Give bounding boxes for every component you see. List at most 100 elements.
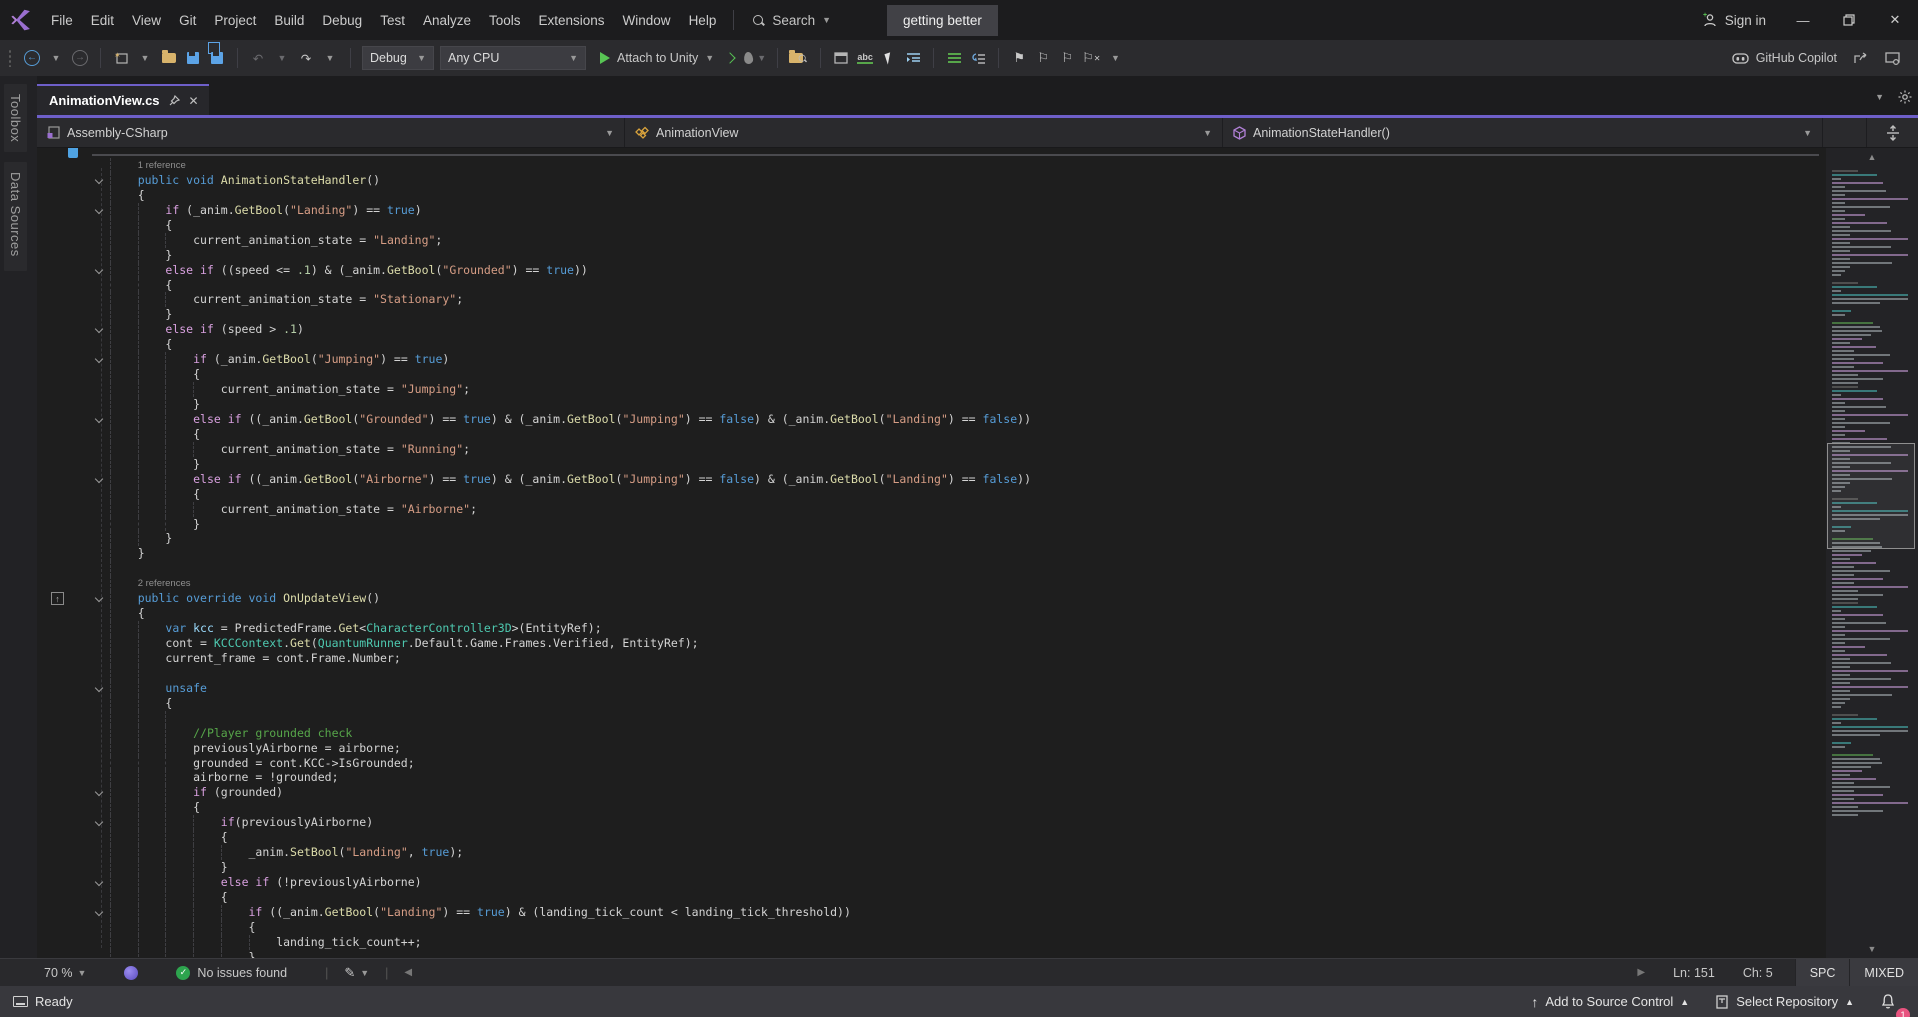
search-control[interactable]: Search ▼ [742, 9, 841, 32]
code-cleanup-button[interactable]: ✎ ▼ [344, 965, 369, 981]
code-line[interactable] [37, 561, 1826, 576]
code-line[interactable]: else if (speed > .1) [37, 322, 1826, 337]
code-editor[interactable]: 1 referencepublic void AnimationStateHan… [37, 148, 1918, 958]
member-dropdown[interactable]: AnimationStateHandler() ▼ [1223, 118, 1823, 147]
code-line[interactable]: current_animation_state = "Stationary"; [37, 292, 1826, 307]
undo-button[interactable]: ↶ [246, 45, 270, 71]
scroll-right-icon[interactable]: ▶ [1637, 967, 1645, 978]
code-line[interactable]: else if (!previouslyAirborne) [37, 875, 1826, 890]
code-line[interactable]: else if ((speed <= .1) & (_anim.GetBool(… [37, 263, 1826, 278]
fold-collapse-icon[interactable] [95, 355, 103, 363]
code-line[interactable]: else if ((_anim.GetBool("Grounded") == t… [37, 412, 1826, 427]
code-line[interactable]: { [37, 696, 1826, 711]
menu-view[interactable]: View [123, 9, 170, 32]
intellisense-status-icon[interactable] [124, 966, 138, 980]
code-line[interactable]: cont = KCCContext.Get(QuantumRunner.Defa… [37, 636, 1826, 651]
fold-collapse-icon[interactable] [95, 176, 103, 184]
menu-debug[interactable]: Debug [313, 9, 371, 32]
code-line[interactable]: current_animation_state = "Landing"; [37, 233, 1826, 248]
menu-git[interactable]: Git [170, 9, 205, 32]
code-line[interactable]: public void AnimationStateHandler() [37, 173, 1826, 188]
navigate-forward-button[interactable]: → [68, 45, 92, 71]
project-dropdown[interactable]: Assembly-CSharp ▼ [37, 118, 625, 147]
fold-collapse-icon[interactable] [95, 818, 103, 826]
open-file-button[interactable] [157, 45, 181, 71]
open-external-button[interactable] [1848, 45, 1872, 71]
minimize-button[interactable]: — [1780, 0, 1826, 40]
menu-edit[interactable]: Edit [82, 9, 123, 32]
select-repository-button[interactable]: Select Repository ▲ [1702, 986, 1867, 1017]
code-line[interactable]: airborne = !grounded; [37, 770, 1826, 785]
navigate-back-button[interactable]: ← [20, 45, 44, 71]
code-line[interactable]: current_animation_state = "Jumping"; [37, 382, 1826, 397]
next-bookmark-button[interactable]: ⚐ [1055, 45, 1079, 71]
menu-window[interactable]: Window [614, 9, 680, 32]
menu-extensions[interactable]: Extensions [530, 9, 614, 32]
line-indicator[interactable]: Ln: 151 [1673, 966, 1715, 980]
fold-collapse-icon[interactable] [95, 594, 103, 602]
hot-reload-button[interactable]: ▼ [741, 45, 769, 71]
code-line[interactable]: } [37, 397, 1826, 412]
split-editor-button[interactable] [1866, 118, 1918, 147]
code-line[interactable]: } [37, 546, 1826, 561]
menu-help[interactable]: Help [680, 9, 726, 32]
save-button[interactable] [181, 45, 205, 71]
clear-bookmarks-button[interactable]: ⚐✕ [1079, 45, 1103, 71]
active-files-dropdown[interactable]: ▼ [1875, 92, 1884, 102]
fold-collapse-icon[interactable] [95, 684, 103, 692]
fold-collapse-icon[interactable] [95, 415, 103, 423]
codelens-references[interactable]: 1 reference [138, 159, 186, 173]
minimap-scrollbar[interactable]: ▲ ▼ [1826, 148, 1918, 958]
solution-name[interactable]: getting better [887, 5, 998, 36]
zoom-dropdown[interactable]: 70 % ▼ [44, 966, 86, 980]
code-line[interactable]: 2 references [37, 576, 1826, 591]
menu-file[interactable]: File [42, 9, 82, 32]
close-button[interactable]: ✕ [1872, 0, 1918, 40]
code-line[interactable]: //Player grounded check [37, 726, 1826, 741]
class-dropdown[interactable]: AnimationView ▼ [625, 118, 1223, 147]
display-items-button[interactable] [942, 45, 966, 71]
codelens-references[interactable]: 2 references [138, 577, 191, 591]
scroll-down-icon[interactable]: ▼ [1826, 944, 1918, 954]
code-line[interactable]: if (_anim.GetBool("Jumping") == true) [37, 352, 1826, 367]
start-debug-button[interactable]: Attach to Unity ▼ [597, 45, 717, 71]
solution-configuration-dropdown[interactable]: Debug ▼ [362, 46, 434, 70]
code-line[interactable]: { [37, 800, 1826, 815]
notifications-button[interactable]: 1 [1867, 986, 1918, 1017]
solution-platform-dropdown[interactable]: Any CPU ▼ [440, 46, 586, 70]
margin-change-icon[interactable]: ↑ [51, 592, 64, 605]
code-line[interactable] [37, 711, 1826, 726]
fold-collapse-icon[interactable] [95, 206, 103, 214]
code-line[interactable]: var kcc = PredictedFrame.Get<CharacterCo… [37, 621, 1826, 636]
code-line[interactable]: else if ((_anim.GetBool("Airborne") == t… [37, 472, 1826, 487]
gear-icon[interactable] [1898, 90, 1912, 104]
toggle-bookmark-button[interactable]: ⚑ [1007, 45, 1031, 71]
code-line[interactable]: { [37, 890, 1826, 905]
code-line[interactable]: _anim.SetBool("Landing", true); [37, 845, 1826, 860]
code-line[interactable]: } [37, 517, 1826, 532]
scroll-up-icon[interactable]: ▲ [1826, 152, 1918, 162]
code-line[interactable]: grounded = cont.KCC->IsGrounded; [37, 756, 1826, 771]
navigate-to-button[interactable]: abc [853, 45, 877, 71]
code-line[interactable]: { [37, 337, 1826, 352]
sidebar-tab-data-sources[interactable]: Data Sources [4, 162, 27, 271]
code-line[interactable]: { [37, 367, 1826, 382]
code-line[interactable]: { [37, 920, 1826, 935]
code-line[interactable]: unsafe [37, 681, 1826, 696]
fold-collapse-icon[interactable] [95, 325, 103, 333]
document-health-indicator[interactable]: ✓ No issues found [176, 966, 287, 980]
fold-collapse-icon[interactable] [95, 474, 103, 482]
code-line[interactable]: previouslyAirborne = airborne; [37, 741, 1826, 756]
code-line[interactable]: } [37, 860, 1826, 875]
start-without-debug-button[interactable] [717, 45, 741, 71]
find-in-files-button[interactable] [786, 45, 812, 71]
previous-bookmark-button[interactable]: ⚐ [1031, 45, 1055, 71]
code-line[interactable]: if ((_anim.GetBool("Landing") == true) &… [37, 905, 1826, 920]
code-line[interactable]: landing_tick_count++; [37, 935, 1826, 950]
margin-bookmark-icon[interactable] [68, 148, 78, 158]
encoding-indicator[interactable]: MIXED [1849, 959, 1918, 986]
horizontal-scrollbar[interactable] [418, 959, 1631, 986]
toolbar-grip[interactable] [8, 49, 12, 67]
menu-test[interactable]: Test [371, 9, 414, 32]
code-line[interactable] [37, 666, 1826, 681]
